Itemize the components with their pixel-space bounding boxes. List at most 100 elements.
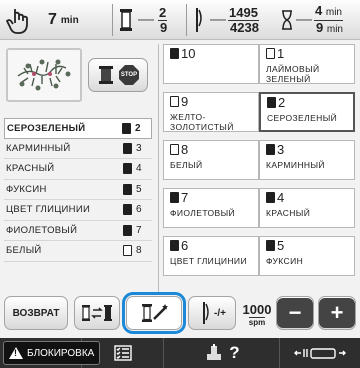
thread-fraction: 2 9 <box>158 4 168 35</box>
hourglass-icon <box>282 10 292 30</box>
thread-color-cell[interactable]: 1 ЛАЙМОВЫЙ ЗЕЛЕНЫЙ <box>259 44 355 84</box>
thread-color-cell[interactable]: 7 ФИОЛЕТОВЫЙ <box>163 188 259 228</box>
cell-header: 7 <box>170 190 188 205</box>
thread-color-cell[interactable]: 5 ФУКСИН <box>259 236 355 276</box>
plus-icon: + <box>319 298 355 328</box>
cell-color-name: ФУКСИН <box>266 256 304 266</box>
thread-color-cell[interactable]: 8 БЕЛЫЙ <box>163 140 259 180</box>
warning-icon <box>9 347 23 359</box>
time-remaining-section: — 4 min 9 min <box>280 0 358 40</box>
thread-name: КАРМИННЫЙ <box>6 142 71 154</box>
thread-color-cell[interactable]: 2 СЕРОЗЕЛЕНЫЙ <box>259 92 355 132</box>
list-button[interactable] <box>82 338 164 368</box>
spool-icon <box>99 66 113 84</box>
spool-icon <box>170 96 179 107</box>
cell-number: 5 <box>277 238 285 253</box>
thread-name: ФИОЛЕТОВЫЙ <box>6 224 78 236</box>
spool-icon <box>120 9 132 31</box>
return-button[interactable]: ВОЗВРАТ <box>4 296 68 330</box>
divider <box>186 4 187 36</box>
thread-list-row: БЕЛЫЙ 8 <box>4 241 152 262</box>
thread-color-cell[interactable]: 3 КАРМИННЫЙ <box>259 140 355 180</box>
return-label: ВОЗВРАТ <box>12 307 60 319</box>
cell-color-name: ФИОЛЕТОВЫЙ <box>170 208 236 218</box>
divider <box>112 4 113 36</box>
spool-icon <box>266 144 275 155</box>
thread-number: 2 <box>135 122 141 134</box>
thread-name: БЕЛЫЙ <box>6 245 42 257</box>
help-button[interactable]: ? <box>164 338 280 368</box>
time-unit: min <box>60 14 79 26</box>
spool-icon <box>123 142 132 154</box>
embroidery-pattern-icon <box>17 59 71 91</box>
time-remaining-unit: min <box>325 6 342 18</box>
time-section: 7 min <box>6 0 110 40</box>
needle-adjust-button[interactable]: -/+ <box>188 296 236 330</box>
swap-spools-icon <box>82 305 112 321</box>
cell-header: 10 <box>170 46 195 61</box>
frame-move-icon <box>294 348 346 359</box>
cell-header: 4 <box>266 190 284 205</box>
thread-color-cell[interactable]: 6 ЦВЕТ ГЛИЦИНИИ <box>163 236 259 276</box>
cell-header: 2 <box>267 95 285 110</box>
cell-color-name: ЖЕЛТО-ЗОЛОТИСТЫЙ <box>170 112 234 132</box>
spool-icon <box>123 245 132 257</box>
stitch-total: 4238 <box>230 19 259 35</box>
thread-number: 5 <box>136 183 142 195</box>
machine-icon <box>207 344 222 360</box>
thread-color-cell[interactable]: 10 <box>163 44 259 84</box>
cell-number: 3 <box>277 142 285 157</box>
cell-color-name: КАРМИННЫЙ <box>266 160 325 170</box>
spool-icon <box>123 183 132 195</box>
time-fraction: 4 min 9 min <box>314 3 343 37</box>
thread-name: СЕРОЗЕЛЕНЫЙ <box>7 122 86 134</box>
checklist-icon <box>113 345 132 361</box>
cell-number: 1 <box>277 46 285 61</box>
speed-decrease-button[interactable]: − <box>276 296 314 330</box>
spool-edit-button[interactable] <box>122 292 186 334</box>
thread-number: 7 <box>136 224 142 236</box>
thread-name: ЦВЕТ ГЛИЦИНИИ <box>6 204 91 216</box>
speed-increase-button[interactable]: + <box>318 296 356 330</box>
thread-color-cell[interactable]: 9 ЖЕЛТО-ЗОЛОТИСТЫЙ <box>163 92 259 132</box>
cell-number: 8 <box>181 142 189 157</box>
cell-number: 7 <box>181 190 189 205</box>
thread-color-cell[interactable]: 4 КРАСНЫЙ <box>259 188 355 228</box>
needle-adjust-label: -/+ <box>214 307 226 319</box>
swap-spools-button[interactable] <box>74 296 120 330</box>
cell-number: 9 <box>181 94 189 109</box>
spool-icon <box>170 192 179 203</box>
frame-move-button[interactable] <box>280 338 360 368</box>
thread-number: 8 <box>136 245 142 257</box>
spool-icon <box>266 240 275 251</box>
thread-list-row: КРАСНЫЙ 4 <box>4 159 152 180</box>
spool-icon <box>267 97 276 108</box>
spool-icon <box>170 144 179 155</box>
hand-icon <box>6 9 28 34</box>
spool-icon <box>123 163 132 175</box>
speed-display: 1000 spm <box>240 298 274 330</box>
preview-panel: STOP <box>4 44 152 110</box>
cell-header: 9 <box>170 94 188 109</box>
cell-header: 5 <box>266 238 284 253</box>
thread-list-row: СЕРОЗЕЛЕНЫЙ 2 <box>4 118 152 139</box>
cell-color-name: ЛАЙМОВЫЙ ЗЕЛЕНЫЙ <box>266 64 320 84</box>
stop-button[interactable]: STOP <box>88 58 148 92</box>
speed-value: 1000 <box>242 301 272 317</box>
needle-icon <box>196 8 202 32</box>
thread-list-row: ЦВЕТ ГЛИЦИНИИ 6 <box>4 200 152 221</box>
time-total-unit: min <box>326 23 343 35</box>
status-bar: БЛОКИРОВКА ? <box>0 338 360 368</box>
lock-button[interactable]: БЛОКИРОВКА <box>0 338 101 368</box>
needle-icon <box>203 302 209 324</box>
cell-header: 3 <box>266 142 284 157</box>
thread-name: ФУКСИН <box>6 183 47 195</box>
cell-color-name: БЕЛЫЙ <box>170 160 203 170</box>
time-value: 7 <box>48 11 57 28</box>
spool-icon <box>123 224 132 236</box>
thread-current: 2 <box>158 4 168 21</box>
spool-icon <box>170 240 179 251</box>
thread-name: КРАСНЫЙ <box>6 163 55 175</box>
minus-icon: − <box>277 298 313 328</box>
bottom-toolbar: ВОЗВРАТ -/+ 1000 spm − + <box>4 292 356 334</box>
